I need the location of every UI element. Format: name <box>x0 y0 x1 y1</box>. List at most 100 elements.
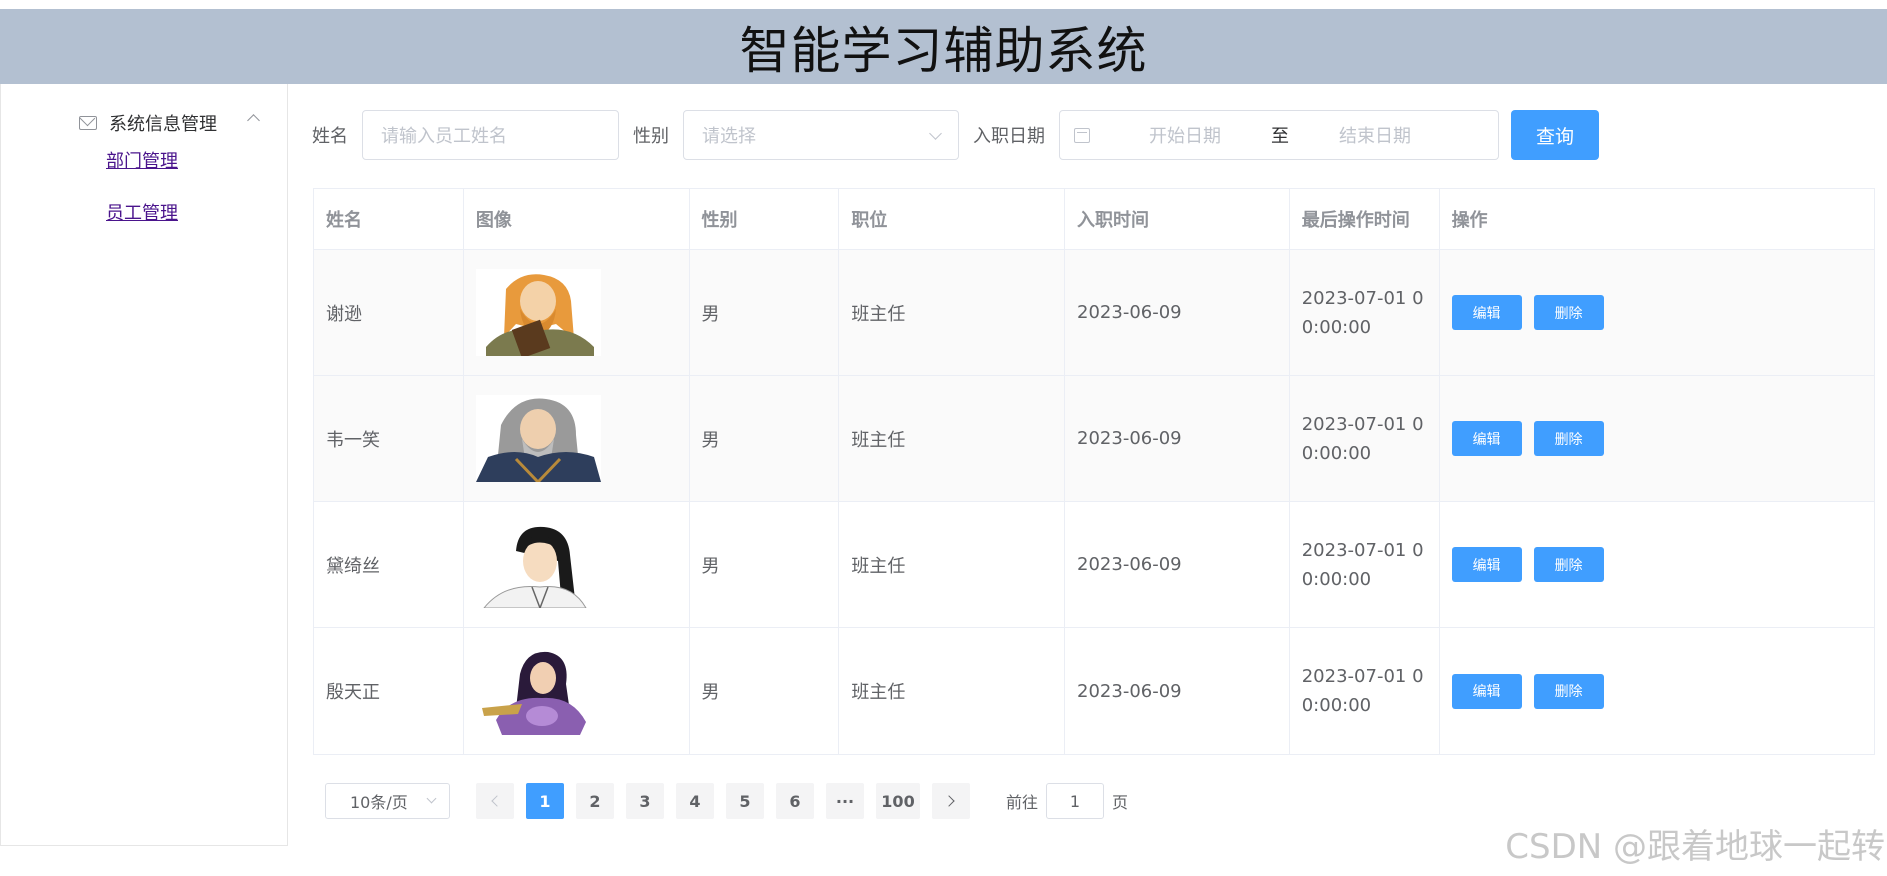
date-label: 入职日期 <box>973 126 1045 147</box>
gender-label: 性别 <box>633 126 669 147</box>
query-button[interactable]: 查询 <box>1511 110 1599 160</box>
cell-gender: 男 <box>690 376 840 501</box>
submenu-system-info[interactable]: 系统信息管理 <box>79 110 217 136</box>
chevron-down-icon <box>929 127 942 140</box>
cell-name: 黛绮丝 <box>314 502 464 627</box>
app-title: 智能学习辅助系统 <box>739 21 1148 80</box>
employee-table: 姓名 图像 性别 职位 入职时间 最后操作时间 操作 谢逊 男 班主任 2023… <box>313 188 1875 755</box>
delete-button[interactable]: 删除 <box>1533 547 1604 582</box>
cell-actions: 编辑 删除 <box>1440 502 1874 627</box>
column-header: 操作 <box>1451 210 1488 231</box>
update-time-line2: 0:00:00 <box>1301 316 1372 338</box>
page-number[interactable]: 4 <box>676 783 714 819</box>
sidebar: 系统信息管理 部门管理 员工管理 <box>0 84 288 846</box>
cell-gender: 男 <box>690 502 840 627</box>
page-number[interactable]: 5 <box>726 783 764 819</box>
update-time-line1: 2023-07-01 0 <box>1301 666 1424 687</box>
column-header: 最后操作时间 <box>1290 189 1440 249</box>
sidebar-item-dept[interactable]: 部门管理 <box>106 147 178 173</box>
cell-update-time: 2023-07-01 0 0:00:00 <box>1290 502 1440 627</box>
update-time-line2: 0:00:00 <box>1301 568 1372 590</box>
edit-button[interactable]: 编辑 <box>1451 421 1522 456</box>
next-page-button[interactable] <box>932 783 970 819</box>
avatar-bearded-man <box>475 269 601 356</box>
chevron-up-icon[interactable] <box>247 114 260 127</box>
cell-gender: 男 <box>690 250 840 375</box>
message-icon <box>79 116 97 130</box>
update-time-line1: 2023-07-01 0 <box>1301 287 1424 309</box>
watermark: CSDN @跟着地球一起转 <box>1505 827 1885 867</box>
table-row: 殷天正 男 班主任 2023-06-09 2023-07-01 0 0:00:00… <box>314 628 1874 754</box>
cell-position: 班主任 <box>839 502 1066 627</box>
cell-actions: 编辑 删除 <box>1440 250 1874 375</box>
cell-update-time: 2023-07-01 0 0:00:00 <box>1290 250 1440 375</box>
submenu-title: 系统信息管理 <box>109 114 217 135</box>
column-header: 姓名 <box>314 189 464 249</box>
edit-button[interactable]: 编辑 <box>1451 673 1522 709</box>
page-number[interactable]: 2 <box>576 783 614 819</box>
page-jumper: 前往 1 页 <box>1006 783 1128 819</box>
sidebar-item-emp[interactable]: 员工管理 <box>106 199 178 225</box>
delete-button[interactable]: 删除 <box>1533 673 1604 709</box>
cell-position: 班主任 <box>839 628 1066 754</box>
start-date-input[interactable]: 开始日期 <box>1110 122 1260 148</box>
end-date-input[interactable]: 结束日期 <box>1300 122 1450 148</box>
avatar-old-man <box>475 395 601 482</box>
page-number[interactable]: 6 <box>776 783 814 819</box>
chevron-right-icon <box>943 795 955 807</box>
table-row: 韦一笑 男 班主任 2023-06-09 2023-07-01 0 0:00:00… <box>314 376 1874 502</box>
name-label: 姓名 <box>312 126 348 147</box>
cell-avatar <box>464 502 690 627</box>
cell-actions: 编辑 删除 <box>1440 628 1874 754</box>
cell-actions: 编辑 删除 <box>1440 376 1874 501</box>
cell-entry-date: 2023-06-09 <box>1065 250 1290 375</box>
cell-avatar <box>464 376 690 501</box>
avatar-woman-purple <box>475 647 601 735</box>
edit-button[interactable]: 编辑 <box>1451 547 1522 582</box>
prev-page-button[interactable] <box>476 783 514 819</box>
page-number[interactable]: 3 <box>626 783 664 819</box>
cell-position: 班主任 <box>839 250 1066 375</box>
cell-entry-date: 2023-06-09 <box>1065 376 1290 501</box>
avatar-young-man <box>475 521 601 608</box>
update-time-line1: 2023-07-01 0 <box>1301 413 1424 435</box>
app-header: 智能学习辅助系统 <box>0 9 1887 84</box>
name-input[interactable]: 请输入员工姓名 <box>362 110 619 160</box>
column-header: 性别 <box>690 189 840 249</box>
goto-prefix: 前往 <box>1006 793 1039 812</box>
update-time-line2: 0:00:00 <box>1301 695 1372 716</box>
column-header: 入职时间 <box>1065 189 1290 249</box>
calendar-icon <box>1074 127 1090 143</box>
cell-name: 殷天正 <box>314 628 464 754</box>
page-number[interactable]: 1 <box>526 783 564 819</box>
goto-page-input[interactable]: 1 <box>1046 783 1105 819</box>
page-number[interactable]: 100 <box>876 783 920 819</box>
table-header: 姓名 图像 性别 职位 入职时间 最后操作时间 操作 <box>314 189 1874 250</box>
table-row: 谢逊 男 班主任 2023-06-09 2023-07-01 0 0:00:00 … <box>314 250 1874 376</box>
cell-avatar <box>464 250 690 375</box>
cell-avatar <box>464 628 690 754</box>
delete-button[interactable]: 删除 <box>1533 421 1604 456</box>
cell-name: 谢逊 <box>314 250 464 375</box>
date-range-picker[interactable]: 开始日期 至 结束日期 <box>1059 110 1499 160</box>
cell-name: 韦一笑 <box>314 376 464 501</box>
gender-select[interactable]: 请选择 <box>683 110 959 160</box>
column-header: 图像 <box>464 189 690 249</box>
gender-select-placeholder: 请选择 <box>702 126 756 147</box>
page-size-value: 10条/页 <box>350 793 408 812</box>
goto-suffix: 页 <box>1112 793 1129 812</box>
page: 智能学习辅助系统 系统信息管理 部门管理 员工管理 姓名 请输入员工姓名 性别 … <box>0 0 1887 876</box>
column-header: 职位 <box>839 189 1066 249</box>
page-size-select[interactable]: 10条/页 <box>325 783 450 819</box>
edit-button[interactable]: 编辑 <box>1451 295 1522 330</box>
search-form: 姓名 请输入员工姓名 性别 请选择 入职日期 开始日期 至 结束日期 查询 <box>312 110 1599 160</box>
cell-update-time: 2023-07-01 0 0:00:00 <box>1290 376 1440 501</box>
range-separator: 至 <box>1271 126 1289 147</box>
cell-entry-date: 2023-06-09 <box>1065 628 1290 754</box>
delete-button[interactable]: 删除 <box>1533 295 1604 330</box>
cell-position: 班主任 <box>839 376 1066 501</box>
cell-update-time: 2023-07-01 0 0:00:00 <box>1290 628 1440 754</box>
table-row: 黛绮丝 男 班主任 2023-06-09 2023-07-01 0 0:00:00… <box>314 502 1874 628</box>
pagination: 10条/页 1 2 3 4 5 6 ··· 100 前往 1 页 <box>325 783 1128 819</box>
more-pages-button[interactable]: ··· <box>826 783 864 819</box>
